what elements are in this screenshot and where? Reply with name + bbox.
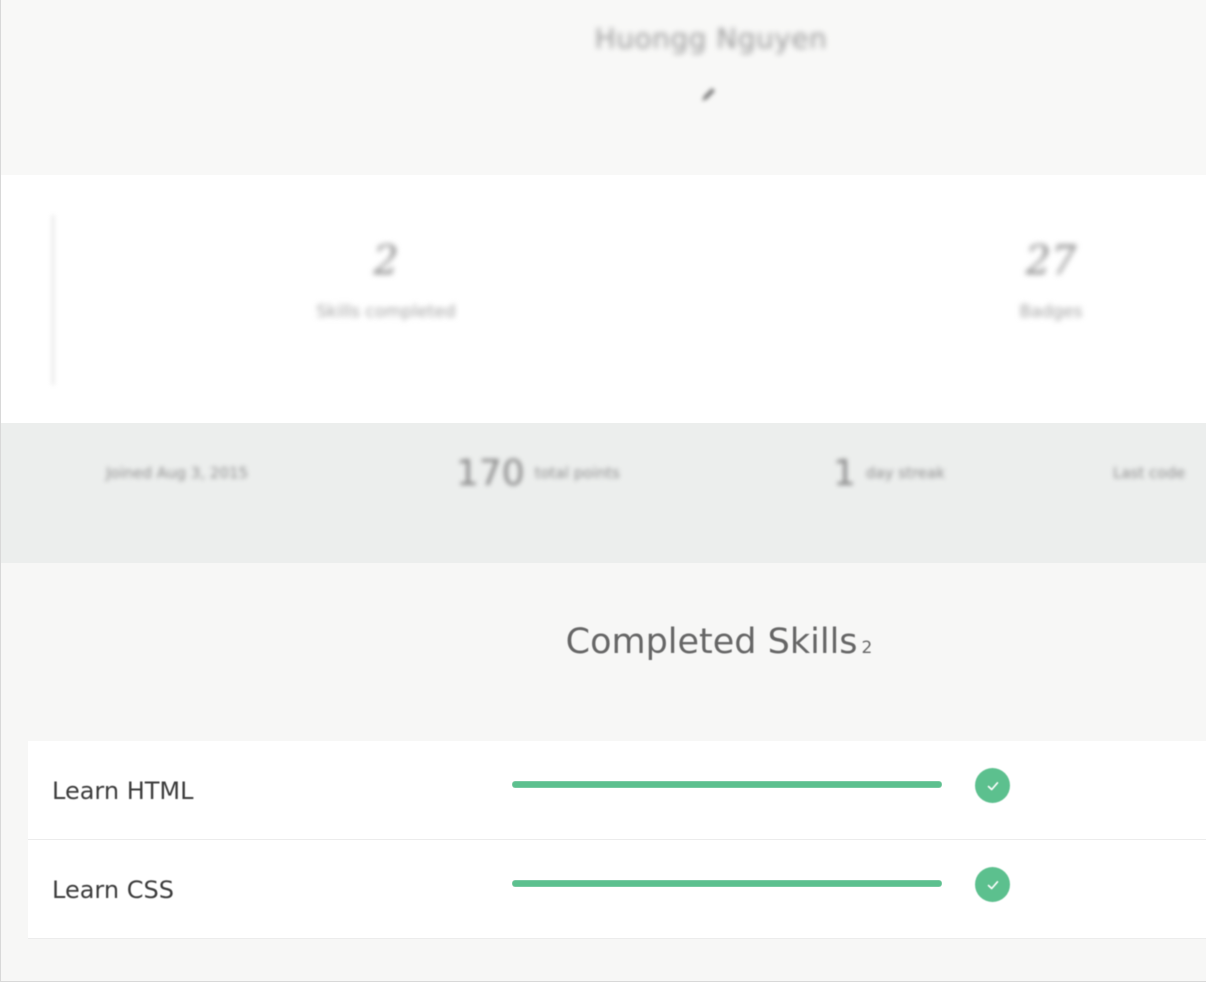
day-streak-label: day streak <box>865 464 945 482</box>
stat-badges-value: 27 <box>1025 238 1077 284</box>
skill-progress-fill <box>512 781 942 788</box>
last-code: Last code <box>1113 423 1185 523</box>
completed-skills-count: 2 <box>861 638 873 658</box>
stat-skills-label: Skills completed <box>316 302 456 322</box>
pencil-icon[interactable] <box>697 84 719 106</box>
completed-skills-title: Completed Skills 2 <box>1 622 1206 662</box>
skill-progress-fill <box>512 880 942 887</box>
stats-panel: 2 Skills completed 27 Badges <box>1 175 1206 423</box>
skill-row[interactable]: Learn HTML <box>28 741 1206 840</box>
last-code-text: Last code <box>1113 464 1186 482</box>
stats-divider <box>51 215 55 385</box>
total-points-label: total points <box>534 464 620 482</box>
profile-page: Huongg Nguyen 2 Skills completed 27 Badg… <box>0 0 1206 982</box>
stat-skills-value: 2 <box>373 238 399 284</box>
skill-row[interactable]: Learn CSS <box>28 840 1206 939</box>
stat-badges-label: Badges <box>1019 302 1083 322</box>
completed-skills-heading: Completed Skills <box>565 622 858 662</box>
skill-progress-bar <box>512 781 942 788</box>
stat-badges[interactable]: 27 Badges <box>991 238 1111 322</box>
day-streak: 1 day streak <box>833 423 945 523</box>
joined-date: Joined Aug 3, 2015 <box>106 423 248 523</box>
skill-label[interactable]: Learn CSS <box>52 840 174 939</box>
joined-date-text: Joined Aug 3, 2015 <box>106 464 249 482</box>
total-points: 170 total points <box>456 423 620 523</box>
skill-label[interactable]: Learn HTML <box>52 741 194 840</box>
check-circle-icon <box>975 768 1010 803</box>
day-streak-value: 1 <box>833 452 856 494</box>
profile-name: Huongg Nguyen <box>594 22 828 55</box>
completed-skills-list: Learn HTML Learn CSS <box>28 741 1206 939</box>
total-points-value: 170 <box>456 452 525 494</box>
skill-progress-bar <box>512 880 942 887</box>
stat-skills-completed: 2 Skills completed <box>281 238 491 322</box>
check-circle-icon <box>975 867 1010 902</box>
activity-band: Joined Aug 3, 2015 170 total points 1 da… <box>1 423 1206 563</box>
profile-header: Huongg Nguyen <box>1 0 1206 175</box>
